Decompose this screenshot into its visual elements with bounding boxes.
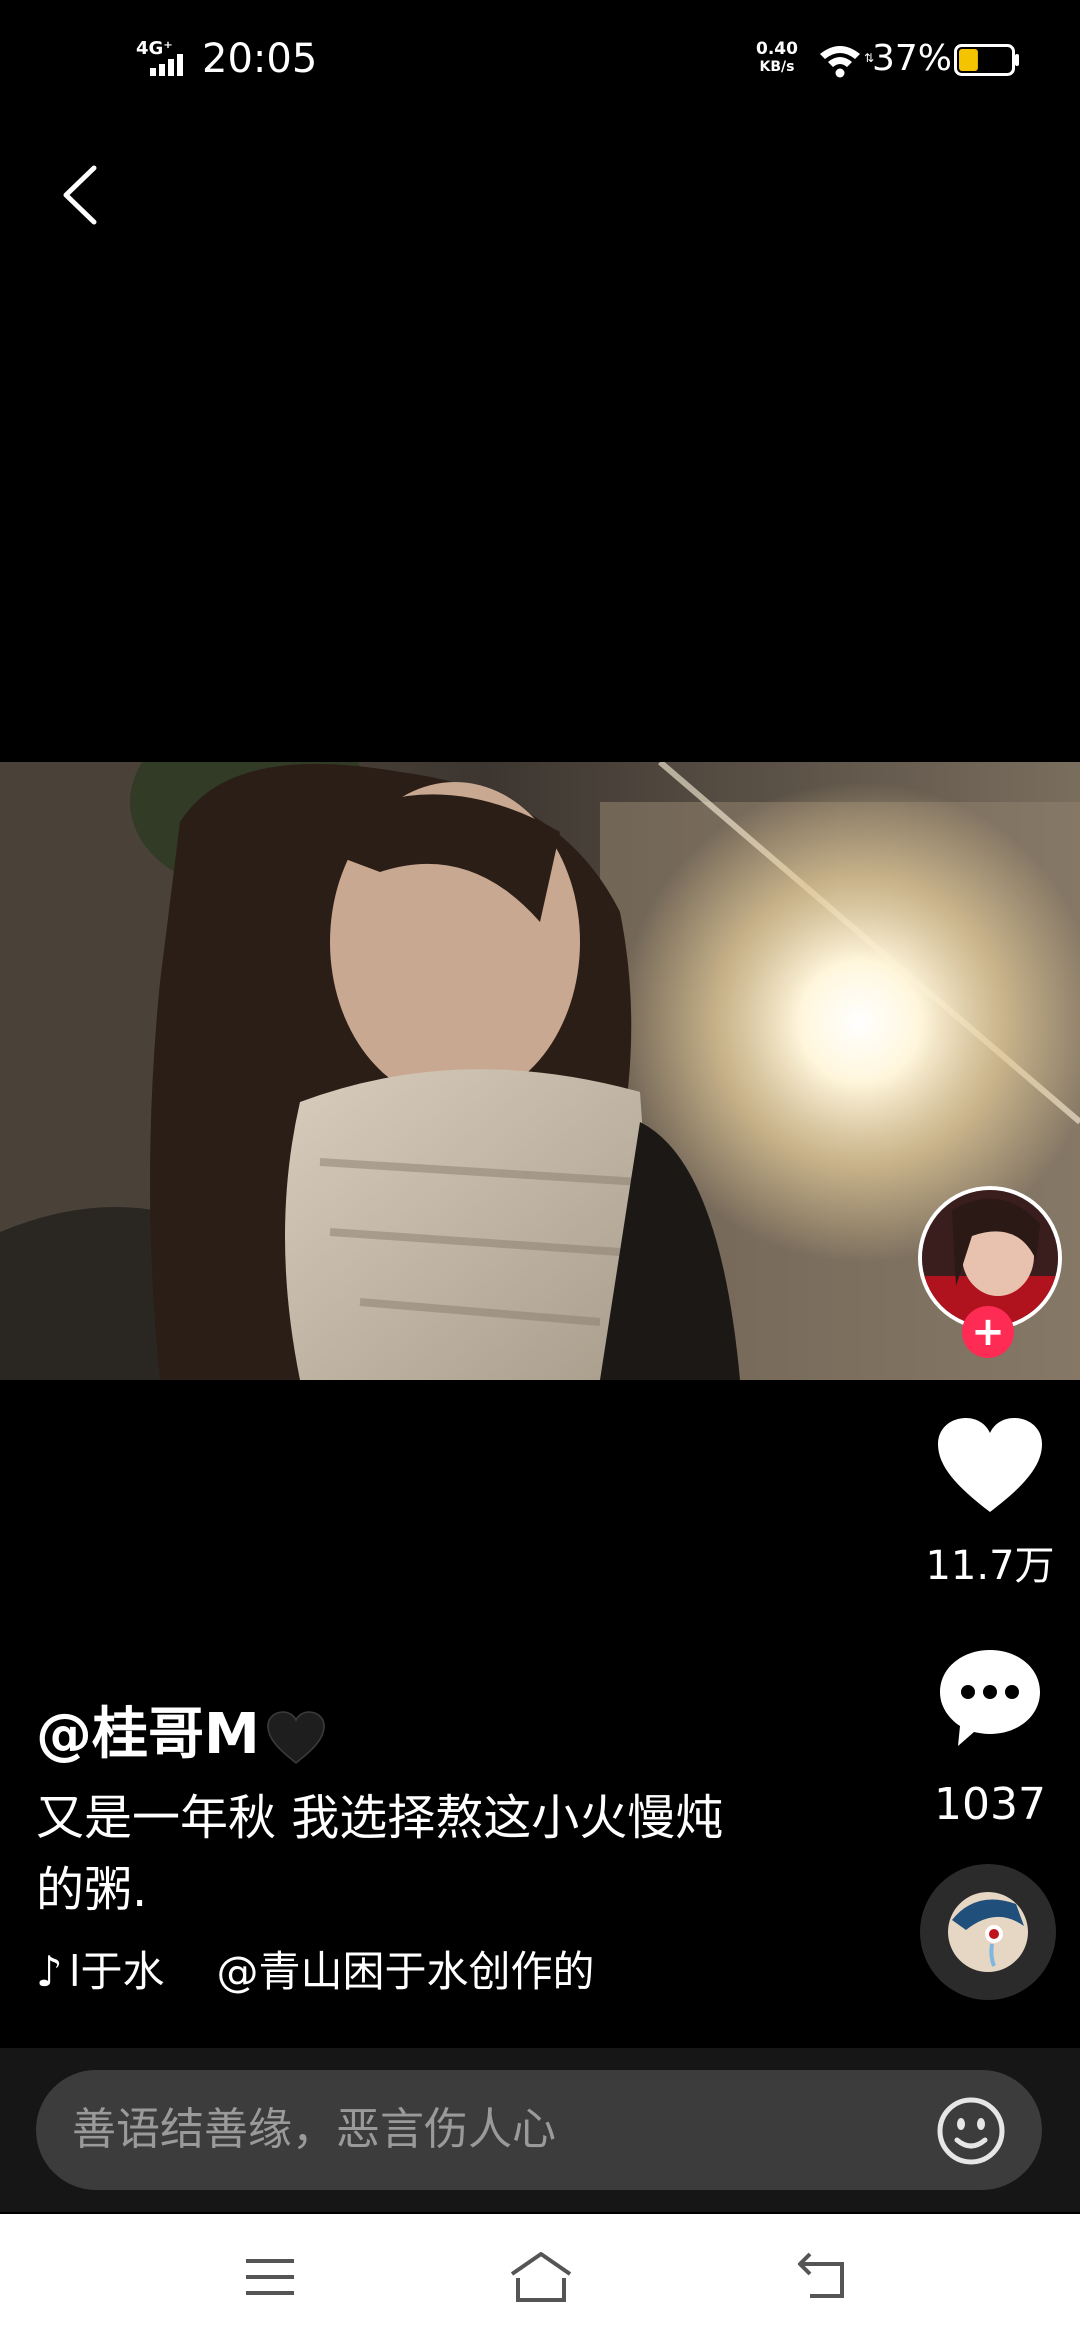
back-button[interactable] <box>56 160 106 230</box>
home-icon[interactable] <box>506 2248 576 2304</box>
network-speed-unit: KB/s <box>759 59 795 75</box>
author-handle[interactable]: @桂哥M <box>36 1700 326 1770</box>
music-title: l于水 <box>68 1947 165 1996</box>
menu-icon[interactable] <box>244 2256 296 2298</box>
wifi-icon <box>820 46 860 78</box>
music-note-icon: ♪ <box>36 1947 63 1996</box>
like-count: 11.7万 <box>925 1543 1055 1589</box>
heart-icon[interactable] <box>936 1416 1044 1516</box>
signal-icon <box>150 54 183 76</box>
music-info[interactable]: ♪ l于水 @青山困于水创作的 <box>36 1944 595 2000</box>
music-cover-icon <box>948 1892 1028 1972</box>
smiley-icon[interactable] <box>936 2096 1006 2166</box>
battery-percent: 37% <box>872 38 953 79</box>
comment-bubble-icon[interactable] <box>936 1644 1044 1752</box>
back-icon[interactable] <box>796 2250 852 2302</box>
music-credit: @青山困于水创作的 <box>216 1947 595 1996</box>
status-time: 20:05 <box>202 36 318 82</box>
follow-button[interactable]: + <box>962 1306 1014 1358</box>
network-speed: 0.40 KB/s <box>756 40 798 76</box>
black-heart-icon <box>266 1711 325 1764</box>
music-disc[interactable] <box>920 1864 1056 2000</box>
author-handle-text: @桂哥M <box>36 1702 260 1767</box>
battery-icon <box>954 44 1019 76</box>
video-player[interactable] <box>0 762 1080 1380</box>
comment-count: 1037 <box>934 1779 1046 1830</box>
video-caption: 又是一年秋 我选择熬这小火慢炖的粥. <box>36 1790 724 1918</box>
network-speed-value: 0.40 <box>756 39 798 59</box>
comment-placeholder: 善语结善缘，恶言伤人心 <box>72 2104 556 2155</box>
